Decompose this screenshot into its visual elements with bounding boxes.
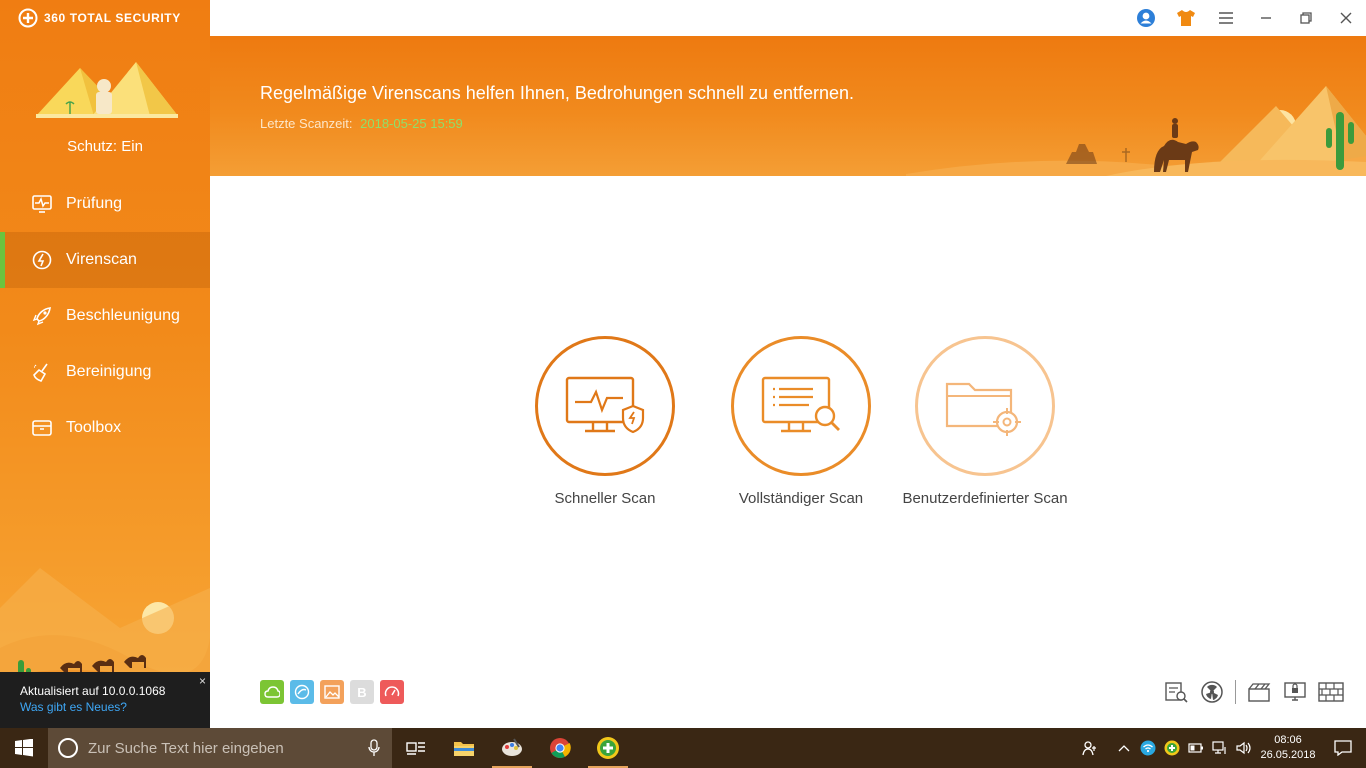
windows-start-button[interactable]: [0, 728, 48, 768]
last-scan-info: Letzte Scanzeit: 2018-05-25 15:59: [260, 116, 463, 131]
browser-protect-icon[interactable]: [290, 680, 314, 704]
lightning-circle-icon: [30, 248, 54, 272]
sidebar-item-label: Virenscan: [66, 251, 137, 268]
skin-shirt-icon[interactable]: [1174, 6, 1198, 30]
full-scan-label: Vollständiger Scan: [738, 490, 864, 507]
quick-scan-circle[interactable]: [535, 336, 675, 476]
network-icon[interactable]: [1208, 728, 1232, 768]
scan-banner: Regelmäßige Virenscans helfen Ihnen, Bed…: [210, 36, 1366, 176]
restore-icon[interactable]: [1294, 6, 1318, 30]
sidebar-item-label: Toolbox: [66, 419, 122, 436]
scan-log-icon[interactable]: [1163, 680, 1189, 704]
quarantine-icon[interactable]: [1199, 680, 1225, 704]
protection-status: Schutz: Ein: [67, 138, 143, 155]
bottom-tools: [1163, 680, 1344, 704]
speed-gauge-icon[interactable]: [380, 680, 404, 704]
cortana-icon[interactable]: [58, 738, 78, 758]
windows-logo-icon: [15, 739, 33, 757]
separator: [1235, 680, 1236, 704]
custom-scan-circle[interactable]: [915, 336, 1055, 476]
menu-icon[interactable]: [1214, 6, 1238, 30]
minimize-icon[interactable]: [1254, 6, 1278, 30]
sidebar-item-label: Prüfung: [66, 195, 123, 212]
sidebar-item-pruefung[interactable]: Prüfung: [0, 176, 210, 232]
paint-app-icon[interactable]: [488, 728, 536, 768]
whats-new-link[interactable]: Was gibt es Neues?: [20, 700, 210, 714]
monitor-pulse-icon: [30, 192, 54, 216]
search-placeholder: Zur Suche Text hier eingeben: [88, 739, 284, 757]
full-scan-button[interactable]: Vollständiger Scan: [706, 336, 896, 507]
custom-scan-label: Benutzerdefinierter Scan: [902, 490, 1068, 507]
windows-taskbar: Zur Suche Text hier eingeben 08:06 26.05…: [0, 728, 1366, 768]
logo-icon: [18, 8, 38, 28]
window-titlebar: [210, 0, 1366, 36]
account-icon[interactable]: [1134, 6, 1158, 30]
last-scan-label: Letzte Scanzeit:: [260, 116, 353, 131]
sidebar-item-toolbox[interactable]: Toolbox: [0, 400, 210, 456]
pyramid-illustration: [36, 62, 178, 118]
protected-monitor-icon[interactable]: [1282, 680, 1308, 704]
protection-modules: B: [260, 680, 404, 704]
scan-options: Schneller Scan Vollständiger Scan Benutz: [510, 336, 1080, 516]
taskbar-search[interactable]: Zur Suche Text hier eingeben: [48, 728, 392, 768]
last-scan-time: 2018-05-25 15:59: [360, 116, 463, 131]
task-view-icon[interactable]: [392, 728, 440, 768]
letter-b-icon[interactable]: B: [350, 680, 374, 704]
action-center-icon[interactable]: [1320, 728, 1366, 768]
sidebar: 360 TOTAL SECURITY Schutz: Ein Prüfung V…: [0, 0, 210, 728]
wifi-protect-icon[interactable]: [1136, 728, 1160, 768]
system-tray: 08:06 26.05.2018: [1078, 728, 1366, 768]
custom-scan-button[interactable]: Benutzerdefinierter Scan: [890, 336, 1080, 507]
quick-scan-label: Schneller Scan: [554, 490, 656, 507]
brand: 360 TOTAL SECURITY: [18, 8, 181, 28]
total-security-app-icon[interactable]: [584, 728, 632, 768]
close-icon[interactable]: ×: [199, 674, 206, 688]
folder-target-icon: [945, 382, 1021, 436]
toolbox-icon: [30, 416, 54, 440]
clock-time: 08:06: [1274, 734, 1302, 746]
monitor-search-icon: [761, 376, 840, 433]
update-notification: Aktualisiert auf 10.0.0.1068 Was gibt es…: [0, 672, 210, 728]
chrome-icon[interactable]: [536, 728, 584, 768]
monitor-shield-icon: [565, 376, 645, 434]
chevron-up-icon[interactable]: [1112, 728, 1136, 768]
sidebar-item-beschleunigung[interactable]: Beschleunigung: [0, 288, 210, 344]
sidebar-item-bereinigung[interactable]: Bereinigung: [0, 344, 210, 400]
update-title: Aktualisiert auf 10.0.0.1068: [20, 684, 166, 698]
volume-icon[interactable]: [1232, 728, 1256, 768]
firewall-icon[interactable]: [1318, 680, 1344, 704]
close-window-icon[interactable]: [1334, 6, 1358, 30]
cloud-icon[interactable]: [260, 680, 284, 704]
clock-date: 26.05.2018: [1260, 749, 1316, 761]
file-explorer-icon[interactable]: [440, 728, 488, 768]
sidebar-nav: Prüfung Virenscan Beschleunigung Bereini…: [0, 176, 210, 456]
sidebar-item-label: Beschleunigung: [66, 307, 180, 324]
quick-scan-button[interactable]: Schneller Scan: [510, 336, 700, 507]
total-security-tray-icon[interactable]: [1160, 728, 1184, 768]
desert-camel-illustration: [906, 86, 1366, 176]
sidebar-item-virenscan[interactable]: Virenscan: [0, 232, 210, 288]
image-icon[interactable]: [320, 680, 344, 704]
rocket-icon: [30, 304, 54, 328]
battery-icon[interactable]: [1184, 728, 1208, 768]
sidebar-item-label: Bereinigung: [66, 363, 152, 380]
sandbox-icon[interactable]: [1246, 680, 1272, 704]
full-scan-circle[interactable]: [731, 336, 871, 476]
broom-icon: [30, 360, 54, 384]
brand-name: 360 TOTAL SECURITY: [44, 11, 181, 25]
people-icon[interactable]: [1078, 728, 1102, 768]
system-clock[interactable]: 08:06 26.05.2018: [1256, 733, 1320, 763]
microphone-icon[interactable]: [368, 739, 380, 757]
banner-message: Regelmäßige Virenscans helfen Ihnen, Bed…: [260, 83, 855, 103]
